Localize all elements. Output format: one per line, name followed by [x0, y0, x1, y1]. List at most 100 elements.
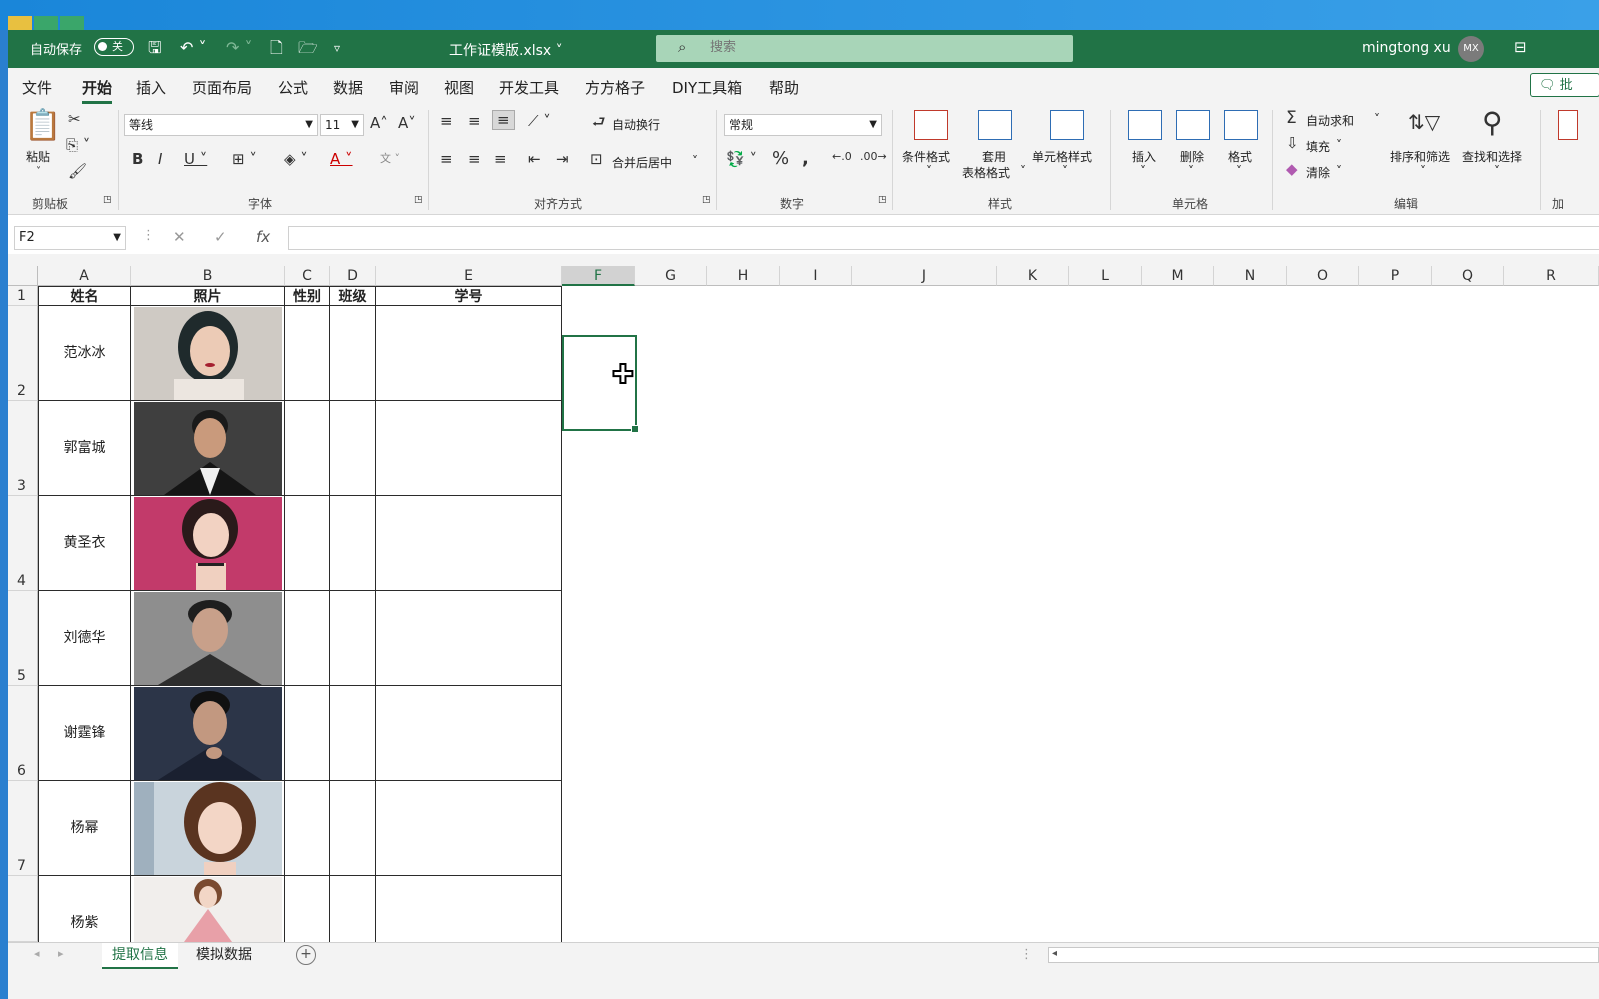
column-header-m[interactable]: M — [1142, 266, 1214, 286]
cell-class-row2[interactable] — [330, 306, 376, 401]
ribbon-display-icon[interactable]: ⊟ — [1514, 38, 1527, 56]
portrait-photo[interactable] — [134, 497, 282, 590]
italic-icon[interactable]: I — [158, 150, 162, 168]
underline-icon[interactable]: U ˅ — [184, 150, 207, 168]
font-name-dropdown[interactable]: 等线 ▼ — [124, 114, 318, 136]
decrease-font-icon[interactable]: A˅ — [398, 114, 416, 132]
undo-icon[interactable]: ↶ ˅ — [180, 37, 207, 59]
column-header-p[interactable]: P — [1359, 266, 1432, 286]
tab-page-layout[interactable]: 页面布局 — [192, 77, 252, 98]
portrait-photo[interactable] — [134, 782, 282, 875]
sheet-nav-next-icon[interactable]: ▸ — [58, 947, 64, 960]
format-painter-icon[interactable]: 🖌 — [68, 162, 87, 180]
number-format-dropdown[interactable]: 常规 ▼ — [724, 114, 882, 136]
align-left-icon[interactable]: ≡ — [440, 150, 453, 168]
font-size-dropdown[interactable]: 11 ▼ — [320, 114, 364, 136]
cell-id-row5[interactable] — [376, 591, 562, 686]
column-header-o[interactable]: O — [1287, 266, 1359, 286]
fill-color-icon[interactable]: ◈ ˅ — [284, 150, 308, 168]
column-header-b[interactable]: B — [131, 266, 285, 286]
autosave-toggle[interactable]: 关 — [94, 38, 134, 56]
search-box[interactable]: ⌕ — [656, 35, 1073, 62]
tab-home[interactable]: 开始 — [82, 77, 113, 104]
row-header-5[interactable]: 5 — [8, 591, 38, 686]
sheet-nav-prev-icon[interactable]: ◂ — [34, 947, 40, 960]
cell-name-row3[interactable]: 郭富城 — [38, 401, 131, 496]
increase-font-icon[interactable]: A˄ — [370, 114, 388, 132]
column-header-l[interactable]: L — [1069, 266, 1142, 286]
cell-name-row5[interactable]: 刘德华 — [38, 591, 131, 686]
row-header-1[interactable]: 1 — [8, 286, 38, 306]
alignment-launcher-icon[interactable]: ◳ — [702, 195, 711, 205]
column-header-r[interactable]: R — [1504, 266, 1599, 286]
tab-insert[interactable]: 插入 — [136, 77, 166, 98]
tab-help[interactable]: 帮助 — [769, 77, 799, 98]
tab-data[interactable]: 数据 — [333, 77, 363, 98]
cell-gender-row7[interactable] — [285, 781, 330, 876]
scroll-left-icon[interactable]: ◂ — [1052, 948, 1057, 959]
portrait-photo[interactable] — [134, 687, 282, 780]
tab-file[interactable]: 文件 — [22, 77, 52, 98]
cell-id-row2[interactable] — [376, 306, 562, 401]
enter-icon[interactable]: ✓ — [214, 228, 227, 246]
formula-input[interactable] — [288, 226, 1599, 250]
cell-gender-row5[interactable] — [285, 591, 330, 686]
align-center-icon[interactable]: ≡ — [468, 150, 481, 168]
cell-id-row3[interactable] — [376, 401, 562, 496]
align-top-icon[interactable]: ≡ — [440, 112, 453, 130]
open-folder-icon[interactable]: 🗁 — [298, 37, 318, 59]
name-box[interactable]: F2 ▼ — [14, 226, 126, 250]
column-header-j[interactable]: J — [852, 266, 997, 286]
row-header-6[interactable]: 6 — [8, 686, 38, 781]
cell-class-row3[interactable] — [330, 401, 376, 496]
comments-button[interactable]: 🗨 批 — [1530, 73, 1599, 97]
save-icon[interactable]: 🖫 — [148, 37, 162, 59]
align-bottom-icon[interactable]: ≡ — [492, 110, 515, 130]
increase-decimal-icon[interactable]: ←.0 — [832, 150, 852, 163]
column-header-k[interactable]: K — [997, 266, 1069, 286]
align-middle-icon[interactable]: ≡ — [468, 112, 481, 130]
cancel-icon[interactable]: ✕ — [173, 228, 186, 246]
cut-icon[interactable]: ✂ — [68, 110, 81, 128]
bold-icon[interactable]: B — [132, 150, 143, 168]
cell-gender-row2[interactable] — [285, 306, 330, 401]
header-photo[interactable]: 照片 — [131, 286, 285, 306]
cell-name-row7[interactable]: 杨幂 — [38, 781, 131, 876]
redo-icon[interactable]: ↷ ˅ — [226, 37, 253, 59]
border-icon[interactable]: ⊞ ˅ — [232, 150, 257, 168]
fill-handle[interactable] — [631, 425, 639, 433]
increase-indent-icon[interactable]: ⇥ — [556, 150, 569, 168]
column-header-a[interactable]: A — [38, 266, 131, 286]
cell-class-row5[interactable] — [330, 591, 376, 686]
addin-icon[interactable] — [1558, 110, 1578, 140]
cell-gender-row6[interactable] — [285, 686, 330, 781]
sheet-tab-extract-info[interactable]: 提取信息 — [102, 943, 178, 969]
avatar[interactable]: MX — [1458, 36, 1484, 62]
cell-name-row4[interactable]: 黄圣衣 — [38, 496, 131, 591]
decrease-indent-icon[interactable]: ⇤ — [528, 150, 541, 168]
tab-fangfang[interactable]: 方方格子 — [585, 77, 645, 98]
orientation-icon[interactable]: ⟋ ˅ — [528, 112, 551, 130]
column-header-e[interactable]: E — [376, 266, 562, 286]
header-student-id[interactable]: 学号 — [376, 286, 562, 306]
header-gender[interactable]: 性别 — [285, 286, 330, 306]
cell-class-row4[interactable] — [330, 496, 376, 591]
copy-icon[interactable]: ⎘ ˅ — [66, 136, 90, 154]
spreadsheet-grid[interactable]: A B C D E F G H I J K L M N O P Q R 1 2 … — [8, 266, 1599, 971]
comma-style-icon[interactable]: , — [802, 148, 809, 169]
add-sheet-icon[interactable]: + — [296, 945, 316, 965]
header-class[interactable]: 班级 — [330, 286, 376, 306]
portrait-photo[interactable] — [134, 877, 282, 942]
cell-class-row7[interactable] — [330, 781, 376, 876]
column-header-q[interactable]: Q — [1432, 266, 1504, 286]
portrait-photo[interactable] — [134, 402, 282, 495]
customize-qat-icon[interactable]: ▿ — [334, 37, 340, 59]
cell-gender-row4[interactable] — [285, 496, 330, 591]
cell-name-row2[interactable]: 范冰冰 — [38, 306, 131, 401]
align-right-icon[interactable]: ≡ — [494, 150, 507, 168]
splitter-icon[interactable]: ⋮ — [1020, 947, 1033, 962]
cell-id-row6[interactable] — [376, 686, 562, 781]
number-launcher-icon[interactable]: ◳ — [878, 195, 887, 205]
row-header-4[interactable]: 4 — [8, 496, 38, 591]
cell-id-row4[interactable] — [376, 496, 562, 591]
